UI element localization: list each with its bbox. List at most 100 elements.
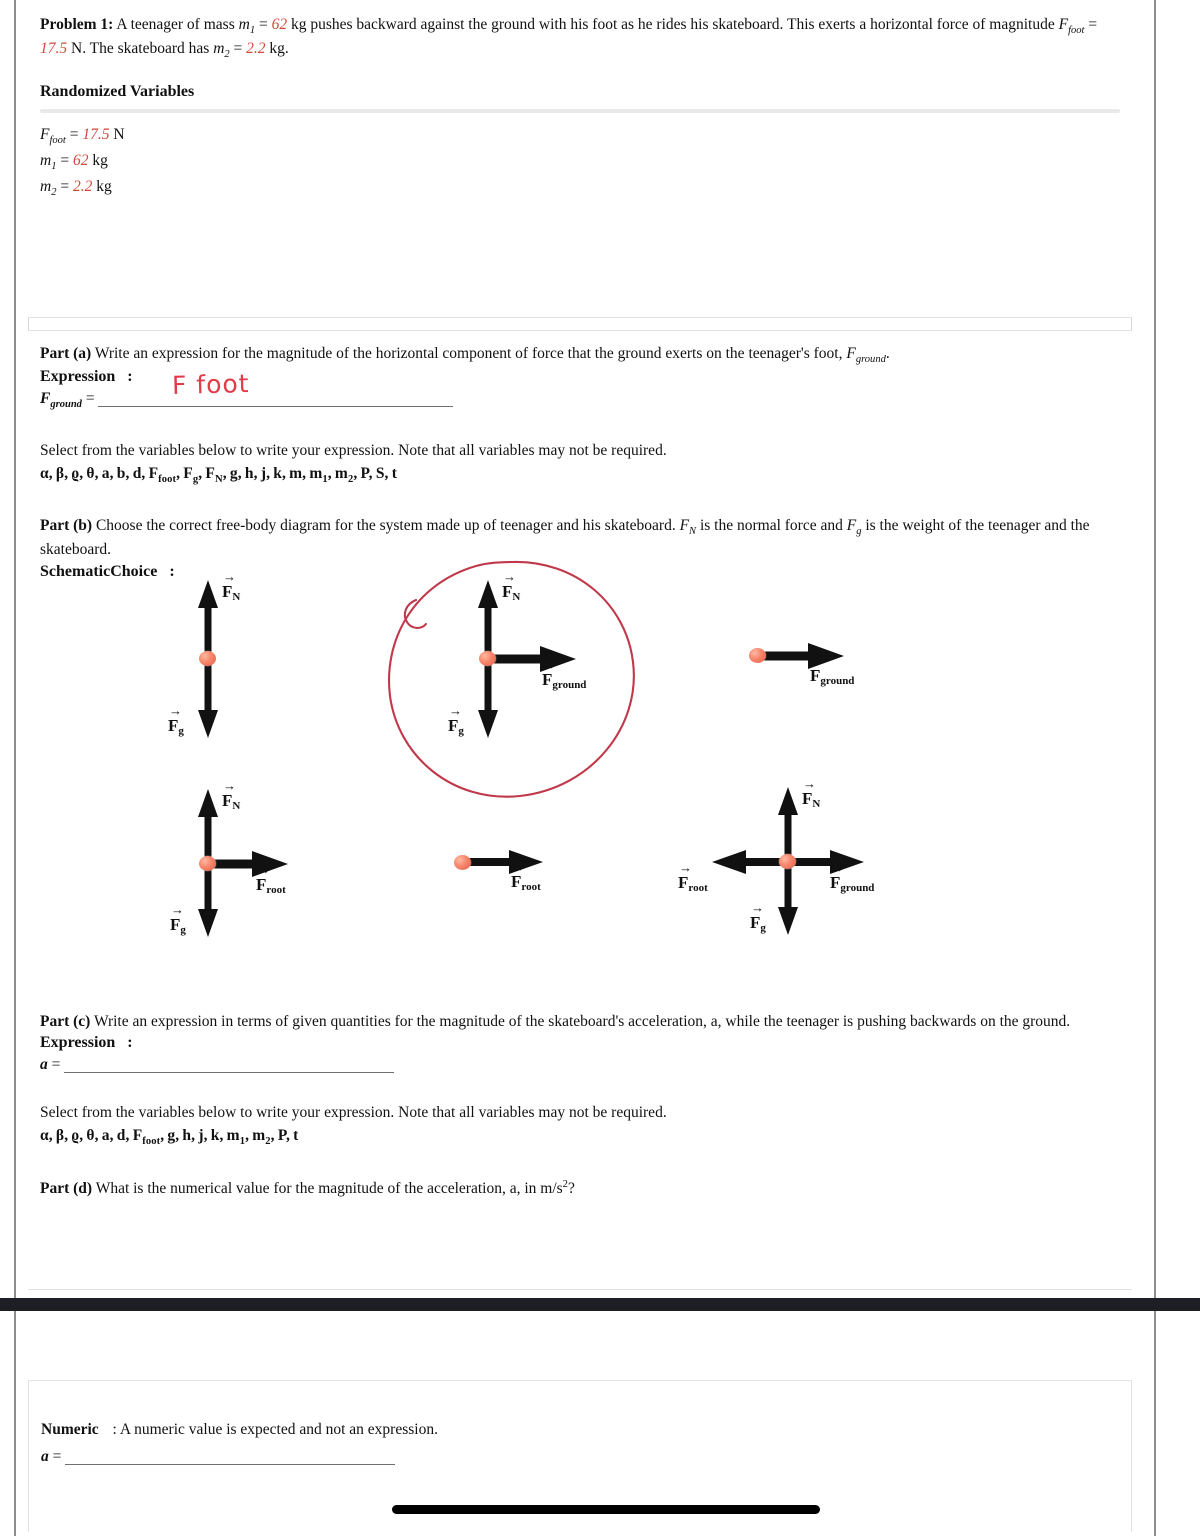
part-c-equals: = [51, 1056, 61, 1074]
part-c-select-note: Select from the variables below to write… [40, 1104, 667, 1122]
fbd-6-label-Fg: Fg [750, 913, 766, 934]
fbd-2-label-Fg: Fg [448, 716, 464, 737]
part-c-answer-row: a = [40, 1053, 1120, 1074]
numeric-answer-symbol: a [41, 1448, 49, 1466]
problem-statement: Problem 1: A teenager of mass m1 = 62 kg… [40, 14, 1120, 63]
problem-text-d: kg. [265, 40, 289, 58]
part-a-text: Write an expression for the magnitude of… [94, 345, 847, 362]
fbd-4-label-Fg: Fg [170, 915, 186, 936]
part-c-variable-list: α, β, ϱ, θ, a, d, Ffoot, g, h, j, k, m1,… [40, 1126, 299, 1147]
rv-value: 17.5 [82, 125, 110, 143]
problem-text-c: N. The skateboard has [67, 40, 214, 58]
part-b-prompt: Part (b) Choose the correct free-body di… [40, 515, 1120, 562]
randomized-item: m1 = 62 kg [40, 151, 108, 172]
fbd-1-object-dot [199, 651, 216, 666]
numeric-note: A numeric value is expected and not an e… [119, 1421, 438, 1438]
fbd-6-label-FN: FN [802, 789, 820, 810]
fg-symbol: F [846, 517, 857, 535]
problem-label: Problem 1: [40, 16, 114, 33]
numeric-answer-row: a = [41, 1445, 1119, 1466]
fbd-2-label-Fground: Fground [542, 670, 586, 691]
part-a-label: Part (a) [40, 345, 92, 362]
section-divider [40, 108, 1120, 113]
part-d-qmark: ? [567, 1180, 575, 1198]
numeric-note-row: Numeric : A numeric value is expected an… [41, 1419, 1119, 1441]
fbd-2-object-dot [479, 651, 496, 666]
rv-value: 2.2 [72, 177, 93, 195]
force-value: 17.5 [40, 40, 68, 58]
part-c-answer-input[interactable] [64, 1053, 395, 1074]
handwritten-answer-part-a: F foot [171, 368, 250, 401]
fbd-6-label-Fground: Fground [830, 873, 874, 894]
part-c-text: Write an expression in terms of given qu… [93, 1012, 1071, 1030]
problem-statement-section: Problem 1: A teenager of mass m1 = 62 kg… [28, 0, 1132, 318]
fbd-1-label-FN: FN [222, 582, 240, 603]
part-a-answer-subscript: ground [50, 399, 82, 411]
part-a-answer-input[interactable] [98, 387, 454, 408]
expression-label-c: Expression [40, 1034, 116, 1052]
free-body-diagram-choices: FN Fg FN Fg Fground [28, 556, 1132, 976]
numeric-label: Numeric [41, 1421, 99, 1438]
part-d-label: Part (d) [40, 1180, 93, 1198]
fbd-choice-5[interactable]: Froot [423, 826, 623, 936]
part-b-label: Part (b) [40, 517, 93, 535]
numeric-answer-input[interactable] [65, 1445, 396, 1466]
rv-subscript: 1 [51, 160, 57, 172]
equals-3: = [229, 40, 247, 58]
fbd-5-label-Froot: Froot [511, 872, 541, 893]
rv-unit: N [113, 125, 125, 143]
fbd-choice-2[interactable]: FN Fg Fground [398, 566, 648, 786]
randomized-item: m2 = 2.2 kg [40, 177, 112, 198]
rv-subscript: 2 [51, 186, 57, 198]
fbd-choice-4[interactable]: FN Fg Froot [148, 771, 368, 961]
problem-text-a: A teenager of mass [116, 16, 239, 33]
fbd-2-label-FN: FN [502, 582, 520, 603]
fground-symbol: F [846, 345, 856, 362]
randomized-item: Ffoot = 17.5 N [40, 125, 125, 146]
randomized-variables-heading: Randomized Variables [40, 82, 195, 100]
mass2-value: 2.2 [246, 40, 266, 58]
colon-a: : [127, 368, 133, 386]
colon-c: : [127, 1034, 133, 1052]
mass2-symbol: m [213, 40, 225, 58]
force-symbol: F [1058, 16, 1069, 33]
fbd-6-object-dot [779, 854, 796, 869]
part-c-prompt: Part (c) Write an expression in terms of… [40, 1011, 1120, 1033]
randomized-variables-list: Ffoot = 17.5 N m1 = 62 kg m2 = 2.2 kg [40, 123, 1120, 201]
fbd-choice-1[interactable]: FN Fg [148, 566, 348, 766]
problem-text-b: kg pushes backward against the ground wi… [287, 16, 1059, 33]
fground-subscript: ground [855, 354, 886, 366]
rv-symbol: m [40, 151, 52, 169]
fbd-5-object-dot [454, 855, 471, 870]
rv-unit: kg [92, 151, 108, 169]
part-b-text-2: is the normal force and [696, 517, 847, 535]
rv-value: 62 [72, 151, 89, 169]
fbd-3-object-dot [749, 648, 766, 663]
fbd-4-label-Froot: Froot [256, 875, 286, 896]
page-break-bar [0, 1298, 1200, 1311]
fbd-1-label-Fg: Fg [168, 716, 184, 737]
bottom-progress-bar[interactable] [392, 1505, 820, 1514]
part-d-prompt: Part (d) What is the numerical value for… [40, 1177, 1120, 1201]
numeric-colon: : [112, 1421, 117, 1438]
mass1-value: 62 [271, 16, 288, 33]
fbd-4-object-dot [199, 856, 216, 871]
numeric-equals: = [52, 1448, 62, 1466]
part-c-label: Part (c) [40, 1012, 91, 1030]
fbd-2-arrows [478, 580, 576, 738]
fbd-choice-3[interactable]: Fground [728, 616, 948, 726]
part-c-expression-row: Expression : [40, 1034, 1120, 1052]
fn-symbol: F [679, 517, 690, 535]
part-a-prompt: Part (a) Write an expression for the mag… [40, 343, 1120, 367]
part-a-variable-list: α, β, ϱ, θ, a, b, d, Ffoot, Fg, FN, g, h… [40, 464, 397, 486]
expression-label-a: Expression [40, 368, 116, 386]
fbd-choice-6[interactable]: FN Fg Fground Froot [668, 771, 938, 961]
equals-2: = [1084, 16, 1098, 33]
part-d-text: What is the numerical value for the magn… [95, 1180, 563, 1198]
part-c-answer-symbol: a [40, 1056, 48, 1074]
mass1-symbol: m [238, 16, 250, 33]
rv-unit: kg [96, 177, 112, 195]
fbd-3-label-Fground: Fground [810, 666, 854, 687]
part-a-period: . [885, 345, 890, 362]
part-b-text-1: Choose the correct free-body diagram for… [95, 517, 680, 535]
